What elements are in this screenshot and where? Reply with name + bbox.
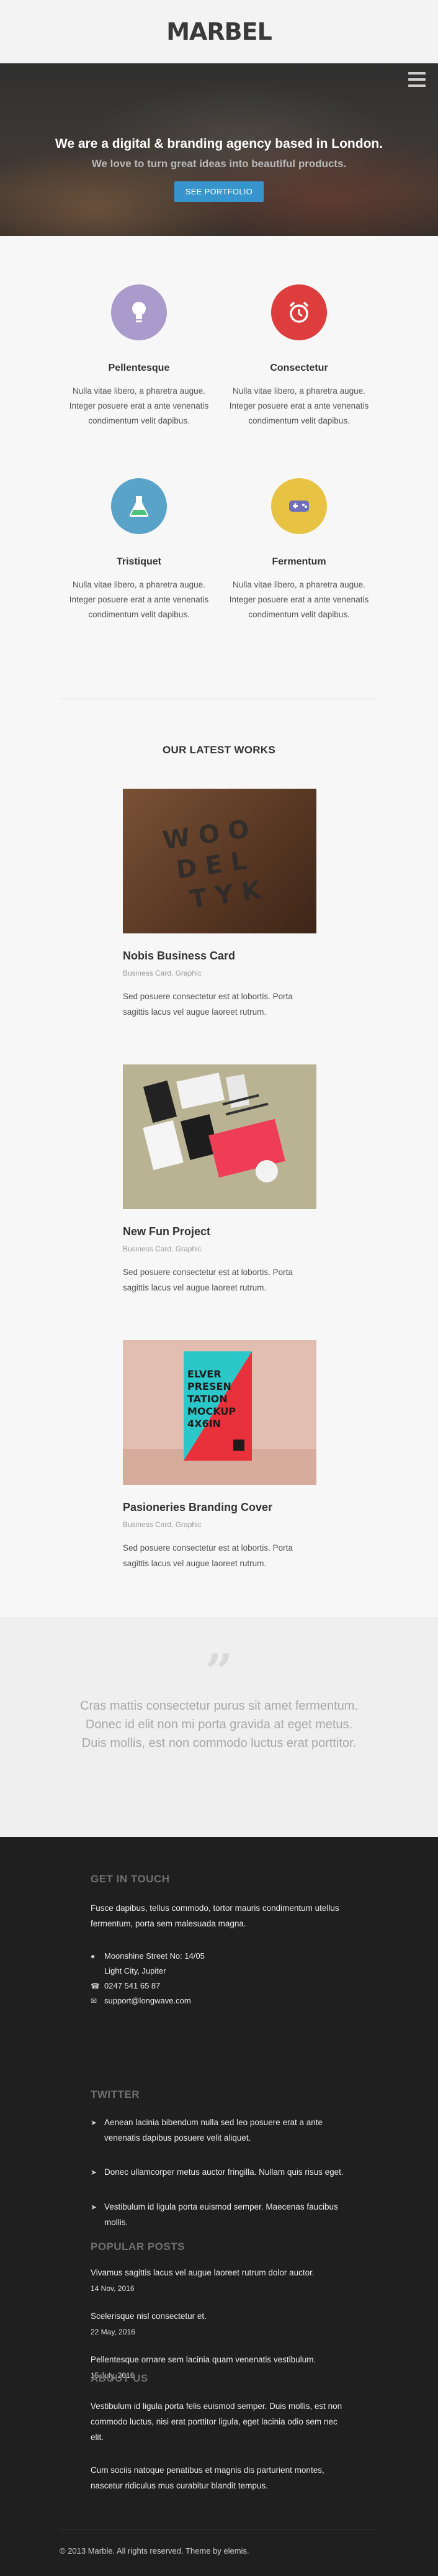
testimonial-section: ” Cras mattis consectetur purus sit amet… [0,1617,438,1837]
service-title: Pellentesque [108,363,170,373]
work-description: Sed posuere consectetur est at lobortis.… [123,1543,293,1568]
work-item[interactable]: W O O D E L T Y K Nobis Business Card Bu… [123,789,316,1020]
works-title: OUR LATEST WORKS [162,744,276,756]
service-title: Consectetur [270,363,328,373]
twitter-bird-icon: ➤ [91,2118,97,2127]
get-in-touch-heading: GET IN TOUCH [91,1873,170,1885]
svg-text:PRESEN: PRESEN [187,1381,231,1392]
address-row: ● Moonshine Street No: 14/05 Light City,… [91,1949,345,1979]
about-us-text: Cum sociis natoque penatibus et magnis d… [91,2465,324,2490]
service-text: Nulla vitae libero, a pharetra augue. In… [229,386,369,425]
post-item[interactable]: Vivamus sagittis lacus vel augue laoreet… [91,2267,345,2293]
work-image[interactable]: ELVER PRESEN TATION MOCKUP 4X6IN [123,1340,316,1485]
post-title[interactable]: Vivamus sagittis lacus vel augue laoreet… [91,2267,345,2279]
services-section: Pellentesque Nulla vitae libero, a phare… [0,236,438,699]
tweet-item: ➤ Vestibulum id ligula porta euismod sem… [91,2199,345,2230]
about-us-section: ABOUT US Vestibulum id ligula porta feli… [91,2372,345,2493]
get-in-touch-section: GET IN TOUCH Fusce dapibus, tellus commo… [91,1873,345,2008]
service-item: Consectetur Nulla vitae libero, a pharet… [228,284,370,429]
work-image[interactable]: W O O D E L T Y K [123,789,316,933]
hamburger-menu-icon[interactable] [408,72,426,87]
popular-posts-heading: POPULAR POSTS [91,2241,185,2252]
post-title[interactable]: Pellentesque ornare sem lacinia quam ven… [91,2354,345,2366]
twitter-bird-icon: ➤ [91,2168,97,2177]
svg-text:MOCKUP: MOCKUP [187,1405,236,1417]
post-date: 22 May, 2016 [91,2328,135,2336]
service-text: Nulla vitae libero, a pharetra augue. In… [69,386,209,425]
tweet-item: ➤ Donec ullamcorper metus auctor fringil… [91,2164,345,2180]
service-title: Fermentum [272,556,326,567]
post-item[interactable]: Scelerisque nisl consectetur et. 22 May,… [91,2310,345,2336]
work-title[interactable]: Pasioneries Branding Cover [123,1501,316,1514]
twitter-section: TWITTER ➤ Aenean lacinia bibendum nulla … [91,2088,345,2230]
svg-text:TATION: TATION [187,1393,228,1405]
location-pin-icon: ● [91,1952,96,1961]
hero-content: We are a digital & branding agency based… [0,137,438,202]
service-item: Fermentum Nulla vitae libero, a pharetra… [228,478,370,622]
contact-list: ● Moonshine Street No: 14/05 Light City,… [91,1949,345,2008]
about-us-text: Vestibulum id ligula porta felis euismod… [91,2401,342,2442]
hero-title: We are a digital & branding agency based… [55,137,383,151]
service-item: Pellentesque Nulla vitae libero, a phare… [68,284,210,429]
email-row: ✉ support@longwave.com [91,1993,345,2008]
hero-banner: We are a digital & branding agency based… [0,63,438,236]
mail-icon: ✉ [91,1997,97,2005]
tweet-item: ➤ Aenean lacinia bibendum nulla sed leo … [91,2115,345,2146]
site-logo[interactable]: MARBEL [166,18,272,45]
work-item[interactable]: ELVER PRESEN TATION MOCKUP 4X6IN Pasione… [123,1340,316,1571]
post-title[interactable]: Scelerisque nisl consectetur et. [91,2310,345,2323]
latest-works-section: OUR LATEST WORKS W O O D E L T Y K Nobis… [0,699,438,1617]
address-line-2: Light City, Jupiter [104,1966,166,1975]
twitter-bird-icon: ➤ [91,2203,97,2211]
flask-icon [111,478,167,534]
work-title[interactable]: Nobis Business Card [123,950,316,963]
work-category: Business Card, Graphic [123,1520,202,1529]
site-header: MARBEL [0,0,438,63]
work-description: Sed posuere consectetur est at lobortis.… [123,992,293,1017]
tweet-text: Vestibulum id ligula porta euismod sempe… [104,2202,338,2227]
quote-icon: ” [205,1644,233,1700]
email-link[interactable]: support@longwave.com [104,1993,191,2008]
twitter-heading: TWITTER [91,2088,140,2100]
phone-icon: ☎ [91,1982,100,1990]
work-image[interactable] [123,1064,316,1209]
post-date: 14 Nov, 2016 [91,2284,135,2293]
work-description: Sed posuere consectetur est at lobortis.… [123,1268,293,1292]
service-text: Nulla vitae libero, a pharetra augue. In… [69,580,209,619]
phone-number[interactable]: 0247 541 65 87 [104,1979,160,1993]
service-text: Nulla vitae libero, a pharetra augue. In… [229,580,369,619]
phone-row: ☎ 0247 541 65 87 [91,1979,345,1993]
about-us-heading: ABOUT US [91,2372,148,2384]
tweet-text: Aenean lacinia bibendum nulla sed leo po… [104,2118,323,2143]
alarm-clock-icon [271,284,327,340]
quote-text: Cras mattis consectetur purus sit amet f… [80,1699,358,1750]
work-category: Business Card, Graphic [123,1245,202,1253]
service-title: Tristiquet [116,556,161,567]
hero-subtitle: We love to turn great ideas into beautif… [91,158,347,170]
copyright-text: © 2013 Marble. All rights reserved. Them… [60,2546,249,2556]
service-item: Tristiquet Nulla vitae libero, a pharetr… [68,478,210,622]
work-title[interactable]: New Fun Project [123,1225,316,1238]
see-portfolio-button[interactable]: SEE PORTFOLIO [174,181,264,202]
svg-text:4X6IN: 4X6IN [187,1418,221,1430]
address-line-1: Moonshine Street No: 14/05 [104,1951,205,1961]
work-item[interactable]: New Fun Project Business Card, Graphic S… [123,1064,316,1295]
svg-text:ELVER: ELVER [187,1368,221,1380]
site-footer: GET IN TOUCH Fusce dapibus, tellus commo… [0,1837,438,2576]
gamepad-icon [271,478,327,534]
lightbulb-icon [111,284,167,340]
work-category: Business Card, Graphic [123,969,202,977]
popular-posts-section: POPULAR POSTS Vivamus sagittis lacus vel… [91,2241,345,2380]
get-in-touch-text: Fusce dapibus, tellus commodo, tortor ma… [91,1903,339,1928]
tweet-text: Donec ullamcorper metus auctor fringilla… [104,2167,344,2177]
